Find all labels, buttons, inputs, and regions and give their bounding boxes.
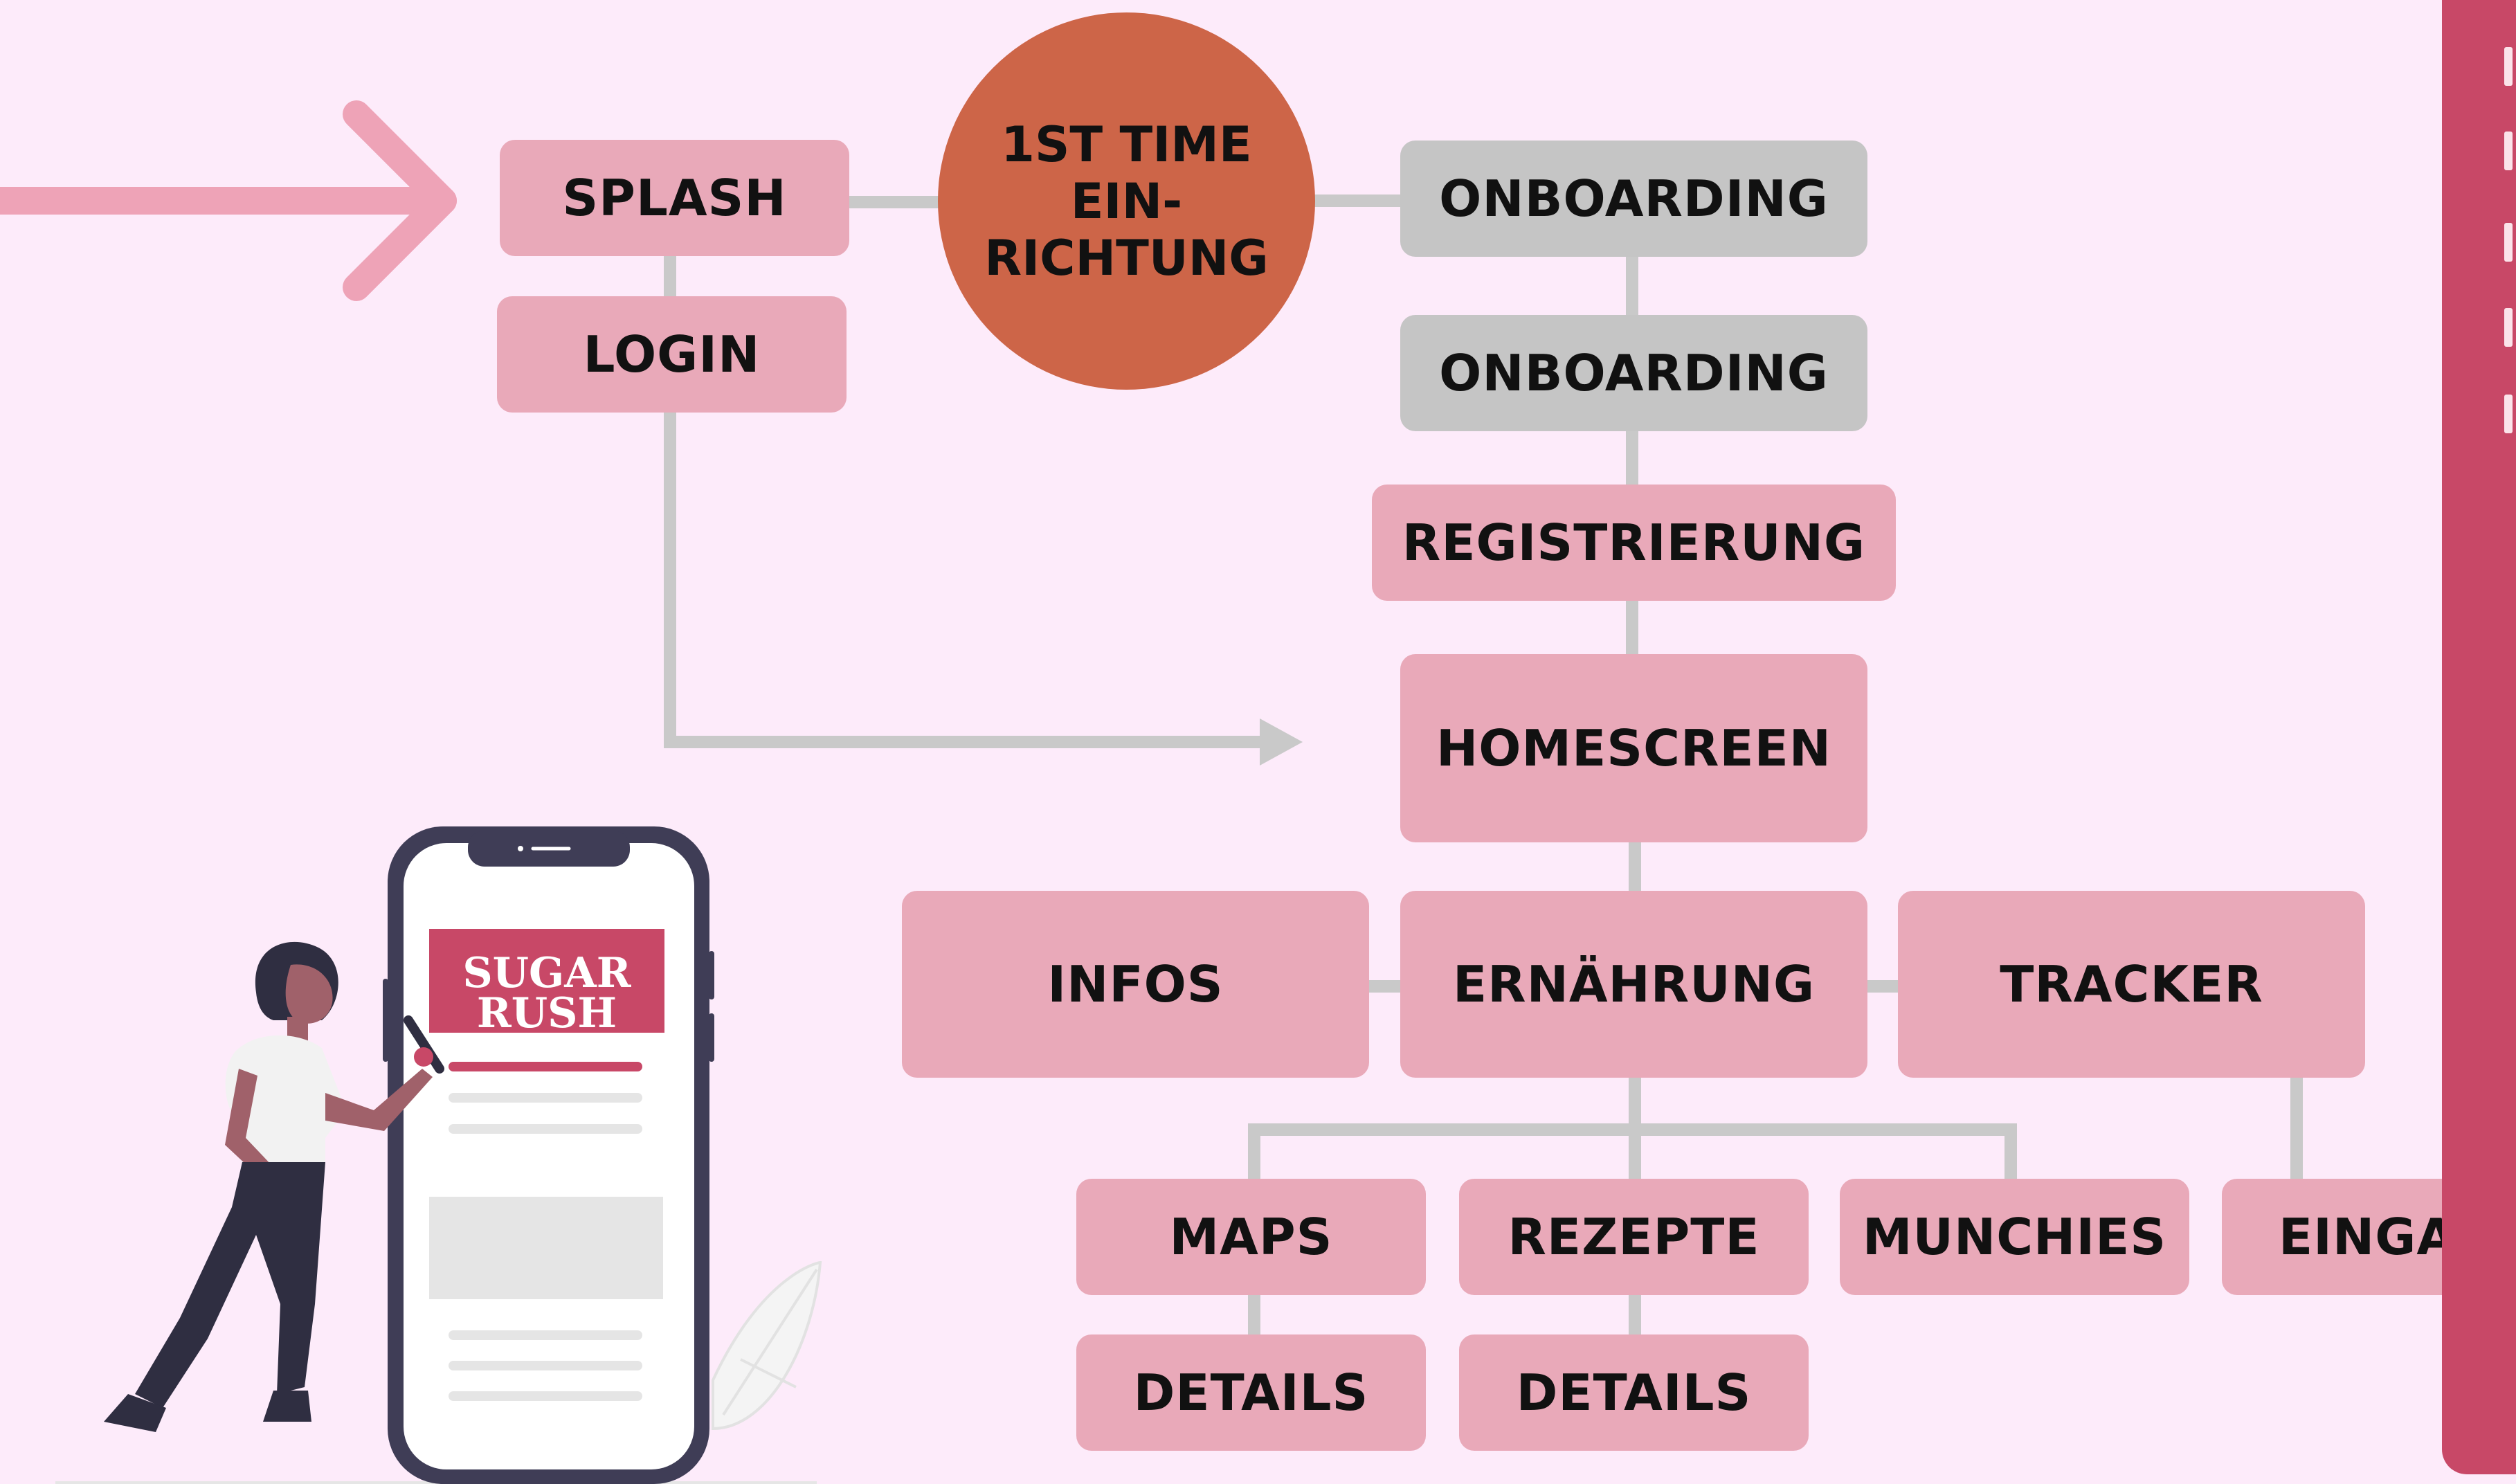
node-login-label: LOGIN <box>583 325 761 383</box>
node-details-1-label: DETAILS <box>1133 1364 1369 1422</box>
node-maps-label: MAPS <box>1169 1208 1333 1266</box>
node-onboarding-2: ONBOARDING <box>1400 315 1867 431</box>
node-onboarding-1-label: ONBOARDING <box>1439 170 1829 228</box>
node-login: LOGIN <box>497 296 847 413</box>
brand-logo: SUGAR RUSH <box>429 941 664 1045</box>
entry-arrow <box>0 100 457 301</box>
phone-side-button <box>709 1013 714 1062</box>
node-details-2-label: DETAILS <box>1516 1364 1752 1422</box>
first-time-line-3: RICHTUNG <box>984 229 1269 287</box>
content-line <box>449 1124 642 1134</box>
node-munchies-label: MUNCHIES <box>1862 1208 2167 1266</box>
content-line <box>449 1391 642 1401</box>
side-panel-glyph <box>2504 308 2513 347</box>
node-details-1: DETAILS <box>1076 1334 1426 1451</box>
side-panel-glyph <box>2504 223 2513 262</box>
brand-logo-line-1: SUGAR <box>462 949 631 997</box>
node-tracker-label: TRACKER <box>2000 955 2263 1013</box>
content-line-accent <box>449 1062 642 1071</box>
node-registrierung-label: REGISTRIERUNG <box>1402 514 1866 572</box>
node-maps: MAPS <box>1076 1179 1426 1295</box>
node-munchies: MUNCHIES <box>1840 1179 2189 1295</box>
side-panel-glyph <box>2504 132 2513 170</box>
leaf-decoration <box>712 1260 822 1431</box>
phone-side-button <box>709 951 714 999</box>
node-splash-label: SPLASH <box>562 169 787 227</box>
node-splash: SPLASH <box>500 140 849 256</box>
node-first-time-setup: 1ST TIME EIN- RICHTUNG <box>938 12 1315 390</box>
phone-illustration <box>55 826 822 1484</box>
content-line <box>449 1361 642 1370</box>
node-homescreen-label: HOMESCREEN <box>1436 719 1832 777</box>
content-image-placeholder <box>429 1197 663 1299</box>
node-infos-label: INFOS <box>1047 955 1224 1013</box>
content-line <box>449 1330 642 1340</box>
brand-logo-line-2: RUSH <box>476 989 617 1038</box>
side-panel <box>2442 0 2516 1474</box>
node-onboarding-1: ONBOARDING <box>1400 141 1867 257</box>
node-tracker: TRACKER <box>1898 891 2365 1078</box>
first-time-line-2: EIN- <box>1070 172 1183 230</box>
side-panel-glyph <box>2504 395 2513 433</box>
node-ernaehrung-label: ERNÄHRUNG <box>1452 955 1816 1013</box>
node-details-2: DETAILS <box>1459 1334 1809 1451</box>
node-registrierung: REGISTRIERUNG <box>1372 485 1896 601</box>
phone-camera <box>518 846 523 851</box>
side-panel-glyph <box>2504 47 2513 86</box>
content-line <box>449 1093 642 1103</box>
node-rezepte: REZEPTE <box>1459 1179 1809 1295</box>
flow-diagram: SPLASH LOGIN 1ST TIME EIN- RICHTUNG ONBO… <box>0 0 2516 1484</box>
phone-side-button <box>383 979 388 1062</box>
homescreen-arrowhead <box>1260 718 1303 766</box>
node-onboarding-2-label: ONBOARDING <box>1439 344 1829 402</box>
first-time-line-1: 1ST TIME <box>1001 116 1252 173</box>
node-homescreen: HOMESCREEN <box>1400 654 1867 842</box>
node-rezepte-label: REZEPTE <box>1508 1208 1760 1266</box>
node-infos: INFOS <box>902 891 1369 1078</box>
node-ernaehrung: ERNÄHRUNG <box>1400 891 1867 1078</box>
